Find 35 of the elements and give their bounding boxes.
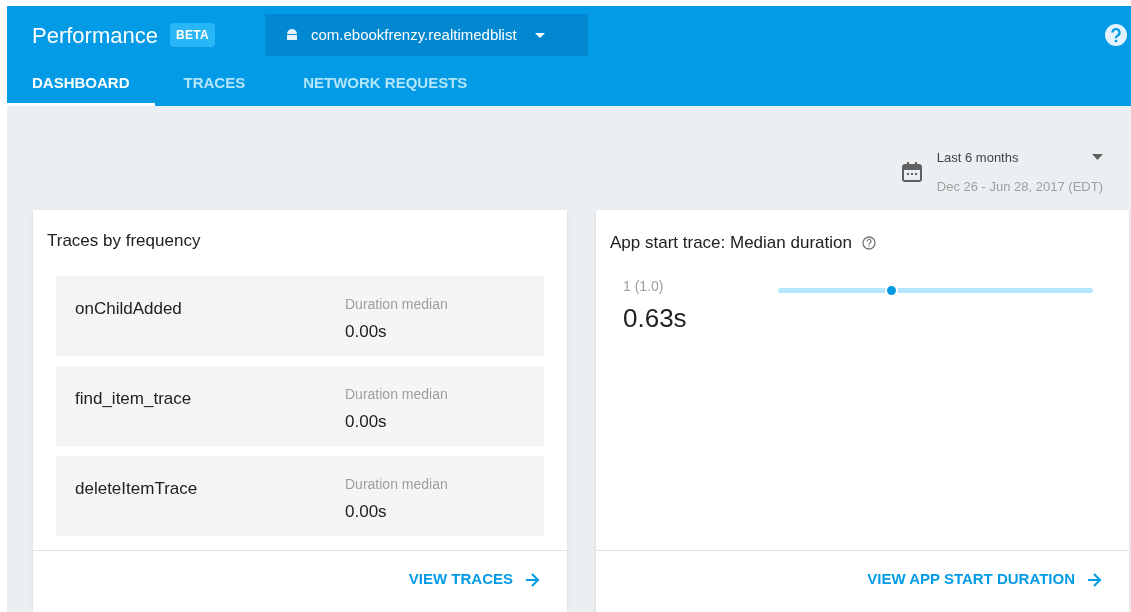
- dropdown-caret-icon: [534, 32, 545, 38]
- trace-row[interactable]: deleteItemTrace Duration median 0.00s: [56, 456, 544, 536]
- page-title: Performance: [32, 21, 158, 50]
- card-title: App start trace: Median duration: [610, 232, 852, 255]
- sample-count: 1 (1.0): [623, 277, 665, 296]
- date-range-text: Dec 26 - Jun 28, 2017 (EDT): [936, 178, 1103, 196]
- arrow-right-icon: [525, 572, 540, 587]
- help-icon[interactable]: [861, 236, 876, 250]
- card-title: Traces by frequency: [46, 230, 202, 252]
- app-selector[interactable]: com.ebookfrenzy.realtimedblist: [264, 14, 588, 56]
- trace-row[interactable]: onChildAdded Duration median 0.00s: [56, 276, 544, 356]
- metric-label: Duration median: [345, 475, 448, 494]
- metric-value: 0.00s: [345, 411, 388, 433]
- metric-label: Duration median: [345, 295, 448, 314]
- date-range-label[interactable]: Last 6 months: [936, 147, 1019, 167]
- dropdown-caret-icon[interactable]: [1091, 154, 1103, 161]
- metric-value: 0.00s: [345, 321, 388, 343]
- tab[interactable]: TRACES: [154, 64, 275, 106]
- beta-badge: BETA: [169, 23, 215, 47]
- android-icon: [284, 28, 299, 42]
- trace-name: find_item_trace: [75, 388, 193, 410]
- trace-name: deleteItemTrace: [75, 478, 199, 500]
- view-traces-link[interactable]: VIEW TRACES: [408, 568, 540, 591]
- median-duration-value: 0.63s: [623, 302, 688, 335]
- tab[interactable]: NETWORK REQUESTS: [274, 64, 497, 106]
- slider-thumb[interactable]: [885, 284, 899, 297]
- trace-row[interactable]: find_item_trace Duration median 0.00s: [56, 366, 544, 446]
- metric-label: Duration median: [345, 385, 448, 404]
- arrow-right-icon: [1087, 572, 1102, 587]
- calendar-icon: [900, 161, 923, 183]
- help-icon[interactable]: [1105, 24, 1127, 46]
- tab[interactable]: DASHBOARD: [7, 64, 155, 106]
- trace-name: onChildAdded: [75, 298, 183, 320]
- metric-value: 0.00s: [345, 501, 388, 523]
- view-app-start-duration-link[interactable]: VIEW APP START DURATION: [867, 568, 1102, 591]
